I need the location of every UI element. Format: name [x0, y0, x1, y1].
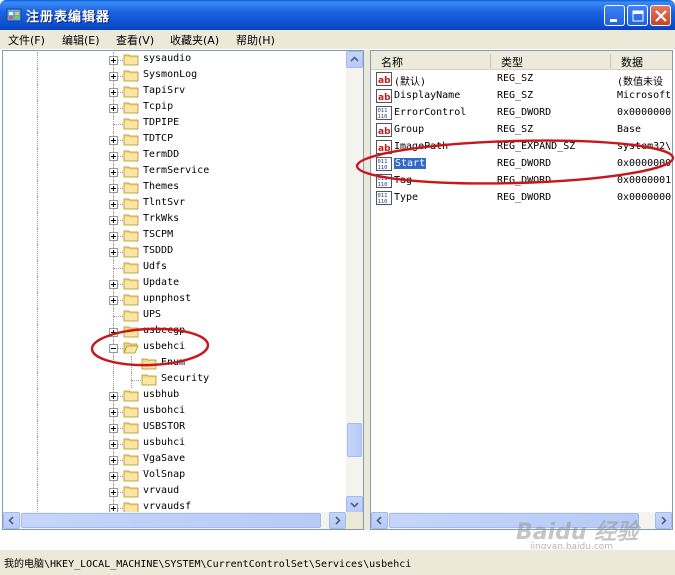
annotation-layer [90, 139, 675, 367]
annotation-ellipse-start [355, 139, 675, 185]
annotation-ellipse-usbehci [90, 327, 210, 367]
status-path: 我的电脑\HKEY_LOCAL_MACHINE\SYSTEM\CurrentCo… [4, 559, 412, 570]
status-bar: 我的电脑\HKEY_LOCAL_MACHINE\SYSTEM\CurrentCo… [0, 549, 675, 575]
watermark: Baidu 经验 jingyan.baidu.com [516, 514, 674, 554]
